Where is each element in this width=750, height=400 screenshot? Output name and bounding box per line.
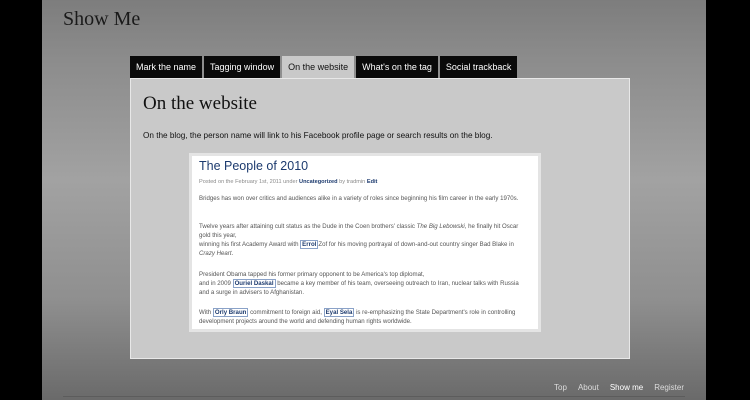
blog-screenshot: The People of 2010 Posted on the Februar…	[189, 153, 541, 332]
person-tag-eyal-sela: Eyal Sela	[323, 308, 355, 317]
footer-link-top[interactable]: Top	[554, 383, 567, 392]
text-span: and in 2009	[199, 280, 231, 287]
tab-mark-the-name[interactable]: Mark the name	[130, 56, 203, 78]
post-edit-link: Edit	[366, 179, 378, 185]
footer-link-about[interactable]: About	[578, 383, 599, 392]
person-tag-errol: Errol	[300, 240, 319, 249]
tab-tagging-window[interactable]: Tagging window	[204, 56, 281, 78]
text-span: Twelve years after attaining cult status…	[199, 223, 415, 230]
text-span: commitment to foreign aid,	[250, 309, 322, 316]
post-paragraph-3: President Obama tapped his former primar…	[199, 270, 529, 297]
tab-social-trackback[interactable]: Social trackback	[439, 56, 518, 78]
tab-on-the-website[interactable]: On the website	[282, 56, 355, 78]
content-panel: On the website On the blog, the person n…	[130, 78, 630, 359]
post-date: Posted on the February 1st, 2011 under	[199, 179, 298, 185]
text-span: Zof	[318, 241, 328, 248]
text-span: With	[199, 309, 212, 316]
footer-nav: Top About Show me Register	[554, 383, 684, 392]
site-title[interactable]: Show Me	[63, 8, 140, 31]
film-title: Crazy Heart	[199, 250, 232, 257]
tab-whats-on-the-tag[interactable]: What's on the tag	[356, 56, 438, 78]
page: Show Me Mark the name Tagging window On …	[42, 0, 706, 400]
text-span: winning his first Academy Award with	[199, 241, 299, 248]
person-tag-orly-braun: Orly Braun	[212, 308, 249, 317]
text-span: President Obama tapped his former primar…	[199, 271, 425, 278]
post-author: by tradmin	[339, 179, 366, 185]
person-tag-ouriel-daskal: Ouriel Daskal	[232, 279, 276, 288]
footer-divider	[63, 396, 685, 397]
panel-title: On the website	[143, 93, 257, 114]
post-paragraph-1: Bridges has won over critics and audienc…	[199, 195, 519, 202]
post-category: Uncategorized	[299, 179, 338, 185]
text-span: .	[231, 250, 234, 257]
footer-link-show-me[interactable]: Show me	[610, 383, 643, 392]
film-title: The Big Lebowski	[416, 223, 465, 230]
post-meta: Posted on the February 1st, 2011 under U…	[199, 179, 377, 185]
tab-bar: Mark the name Tagging window On the webs…	[130, 56, 518, 78]
text-span: for his moving portrayal of down-and-out…	[327, 241, 514, 248]
footer-link-register[interactable]: Register	[654, 383, 684, 392]
panel-description: On the blog, the person name will link t…	[143, 131, 493, 140]
post-paragraph-2: Twelve years after attaining cult status…	[199, 222, 529, 258]
post-paragraph-4: With Orly Braun commitment to foreign ai…	[199, 308, 529, 326]
post-title: The People of 2010	[199, 159, 309, 173]
